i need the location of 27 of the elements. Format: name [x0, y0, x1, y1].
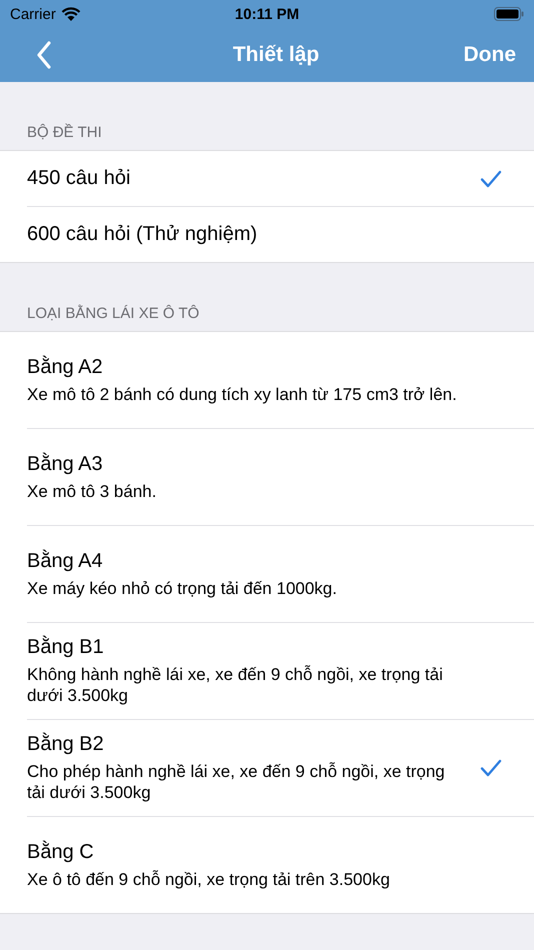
option-title: Bằng A3 — [27, 452, 104, 476]
option-title: 450 câu hỏi — [27, 167, 130, 190]
option-title: Bằng B2 — [27, 733, 105, 756]
option-description: Xe ô tô đến 9 chỗ ngồi, xe trọng tải trên 3.500kg — [27, 868, 390, 890]
option-row[interactable]: Bằng A4 Xe máy kéo nhỏ có trọng tải đến 1000kg. — [27, 526, 534, 623]
option-row[interactable]: Bằng C Xe ô tô đến 9 chỗ ngồi, xe trọng tải trên 3.500kg — [27, 817, 534, 913]
option-description: Xe mô tô 3 bánh. — [27, 480, 156, 502]
option-row[interactable]: 600 câu hỏi (Thử nghiệm) — [27, 207, 534, 262]
option-row[interactable]: Bằng A3 Xe mô tô 3 bánh. — [27, 429, 534, 526]
option-title: Bằng C — [27, 840, 95, 864]
battery-icon — [494, 6, 524, 22]
status-time: 10:11 PM — [234, 6, 300, 22]
option-description: Xe máy kéo nhỏ có trọng tải đến 1000kg. — [27, 578, 337, 598]
screen-title: Thiết lập — [232, 43, 320, 67]
option-description: Không hành nghề lái xe, xe đến 9 chỗ ngồi, xe trọng tải dưới 3.500kg — [27, 664, 444, 706]
option-title: Bằng B1 — [27, 636, 105, 659]
back-icon — [36, 41, 52, 69]
option-title: Bằng A2 — [27, 356, 104, 378]
option-description: Cho phép hành nghề lái xe, xe đến 9 chỗ ngồi, xe trọng tải dưới 3.500kg — [27, 761, 446, 803]
option-row[interactable]: Bằng A2 Xe mô tô 2 bánh có dung tích xy lanh từ 175 cm3 trở lên. — [27, 332, 534, 429]
section-header: LOẠI BẰNG LÁI XE Ô TÔ — [26, 304, 200, 324]
option-title: Bằng A4 — [27, 550, 104, 572]
option-title: 600 câu hỏi (Thử nghiệm) — [27, 223, 258, 246]
section-header: BỘ ĐỀ THI — [26, 122, 103, 143]
wifi-icon — [60, 6, 81, 22]
carrier-label: Carrier — [10, 6, 56, 22]
option-description: Xe mô tô 2 bánh có dung tích xy lanh từ 175 cm3 trở lên. — [27, 384, 457, 404]
